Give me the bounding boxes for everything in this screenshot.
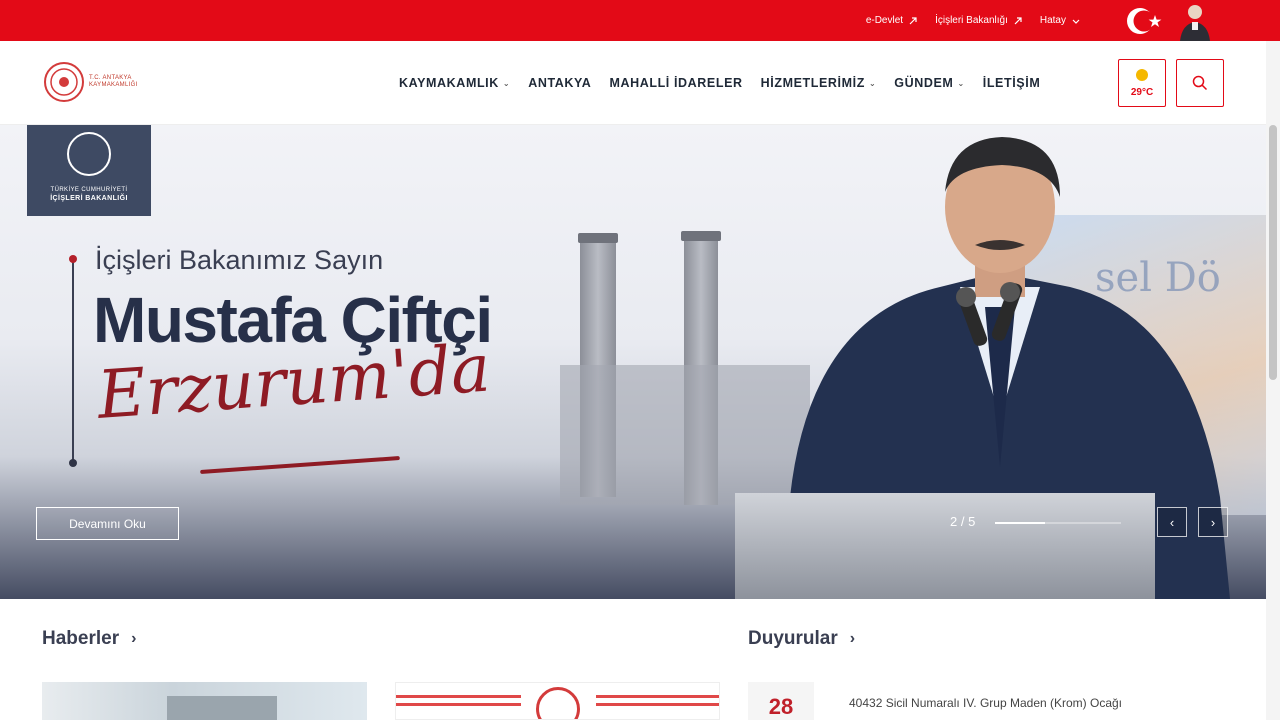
nav-label: HİZMETLERİMİZ [760, 76, 865, 90]
icisleri-label: İçişleri Bakanlığı [935, 15, 1008, 26]
nav-item-antakya[interactable]: ANTAKYA [528, 76, 591, 90]
turkish-flag-icon [1127, 8, 1162, 34]
logo-line1: T.C. ANTAKYA [89, 75, 132, 81]
chevron-right-icon: › [1210, 514, 1216, 530]
announcements-title-label: Duyurular [748, 628, 838, 649]
search-button[interactable] [1176, 59, 1224, 107]
background-minaret-top [681, 231, 721, 241]
logo-text: T.C. ANTAKYA KAYMAKAMLIĞI [89, 75, 138, 89]
announcement-date: 28 [748, 682, 814, 720]
nav-item-mahalli-idareler[interactable]: MAHALLİ İDARELER [609, 76, 742, 90]
main-nav: KAYMAKAMLIK ⌄ ANTAKYA MAHALLİ İDARELER H… [399, 41, 1040, 125]
edevlet-link[interactable]: e-Devlet [866, 15, 917, 26]
announcements-section-title[interactable]: Duyurular › [748, 628, 855, 650]
hero-subtitle: İçişleri Bakanımız Sayın [95, 245, 384, 275]
news-card-stripe [596, 703, 719, 706]
chevron-right-icon: › [131, 630, 137, 647]
top-links: e-Devlet İçişleri Bakanlığı Hatay [866, 0, 1080, 41]
site-logo[interactable]: T.C. ANTAKYA KAYMAKAMLIĞI [43, 61, 138, 103]
badge-line2: İÇİŞLERİ BAKANLIĞI [50, 195, 128, 202]
weather-temp: 29°C [1130, 86, 1154, 98]
badge-line1: TÜRKİYE CUMHURİYETİ [50, 187, 128, 193]
nav-label: GÜNDEM [894, 76, 954, 90]
page-scrollbar[interactable] [1266, 41, 1280, 720]
announcement-text[interactable]: 40432 Sicil Numaralı IV. Grup Maden (Kro… [849, 692, 1179, 714]
news-card-stripe [396, 703, 521, 706]
ministry-badge: TÜRKİYE CUMHURİYETİ İÇİŞLERİ BAKANLIĞI [27, 125, 151, 216]
news-card-stripe [596, 695, 719, 698]
hatay-label: Hatay [1039, 15, 1066, 26]
nav-label: ANTAKYA [528, 76, 592, 90]
script-underline [200, 456, 400, 474]
next-slide-button[interactable]: › [1198, 507, 1228, 537]
read-more-button[interactable]: Devamını Oku [36, 507, 179, 540]
seal-icon [536, 687, 580, 719]
chevron-down-icon: ⌄ [502, 78, 511, 88]
timeline-line [72, 258, 74, 464]
kaymakamlik-emblem-icon [44, 62, 84, 102]
slide-counter: 2 / 5 [950, 514, 976, 529]
weather-widget[interactable]: 29°C [1118, 59, 1166, 107]
chevron-down-icon: ⌄ [957, 78, 965, 88]
chevron-right-icon: › [849, 630, 856, 647]
external-arrow-icon [909, 16, 917, 24]
top-bar: e-Devlet İçişleri Bakanlığı Hatay [0, 0, 1280, 41]
news-card-image [167, 696, 277, 720]
nav-label: MAHALLİ İDARELER [609, 76, 743, 90]
ministry-emblem-icon [67, 132, 111, 176]
chevron-down-icon: ⌄ [868, 78, 877, 88]
ataturk-portrait [1170, 0, 1220, 41]
slide-progress [995, 522, 1121, 524]
chevron-left-icon: ‹ [1169, 514, 1175, 530]
sun-icon [1136, 68, 1148, 81]
hatay-dropdown[interactable]: Hatay [1040, 15, 1080, 26]
timeline-dot [69, 255, 77, 263]
chevron-down-icon [1072, 19, 1080, 24]
timeline-dot [69, 459, 77, 467]
nav-label: İLETİŞİM [982, 76, 1041, 90]
logo-line2: KAYMAKAMLIĞI [89, 82, 138, 88]
nav-item-gundem[interactable]: GÜNDEM ⌄ [894, 76, 964, 90]
nav-item-iletisim[interactable]: İLETİŞİM [983, 76, 1041, 90]
external-arrow-icon [1014, 16, 1022, 24]
main-header: T.C. ANTAKYA KAYMAKAMLIĞI KAYMAKAMLIK ⌄ … [0, 41, 1280, 125]
scrollbar-thumb[interactable] [1269, 125, 1277, 380]
nav-item-hizmetlerimiz[interactable]: HİZMETLERİMİZ ⌄ [761, 76, 877, 90]
background-minaret-top [578, 233, 618, 243]
news-section-title[interactable]: Haberler › [42, 628, 136, 650]
icisleri-link[interactable]: İçişleri Bakanlığı [935, 15, 1022, 26]
news-card-stripe [396, 695, 521, 698]
news-card[interactable] [42, 682, 367, 720]
news-title-label: Haberler [42, 628, 120, 649]
slide-progress-fill [995, 522, 1046, 524]
nav-label: KAYMAKAMLIK [399, 76, 499, 90]
podium [735, 493, 1155, 599]
edevlet-label: e-Devlet [865, 15, 904, 26]
news-card[interactable] [395, 682, 720, 720]
prev-slide-button[interactable]: ‹ [1157, 507, 1187, 537]
search-icon [1192, 75, 1208, 91]
hero-slider: sel Dö TÜRKİYE CUMHURİYETİ İÇİŞLERİ BAKA… [0, 125, 1266, 599]
nav-item-kaymakamlik[interactable]: KAYMAKAMLIK ⌄ [399, 76, 510, 90]
